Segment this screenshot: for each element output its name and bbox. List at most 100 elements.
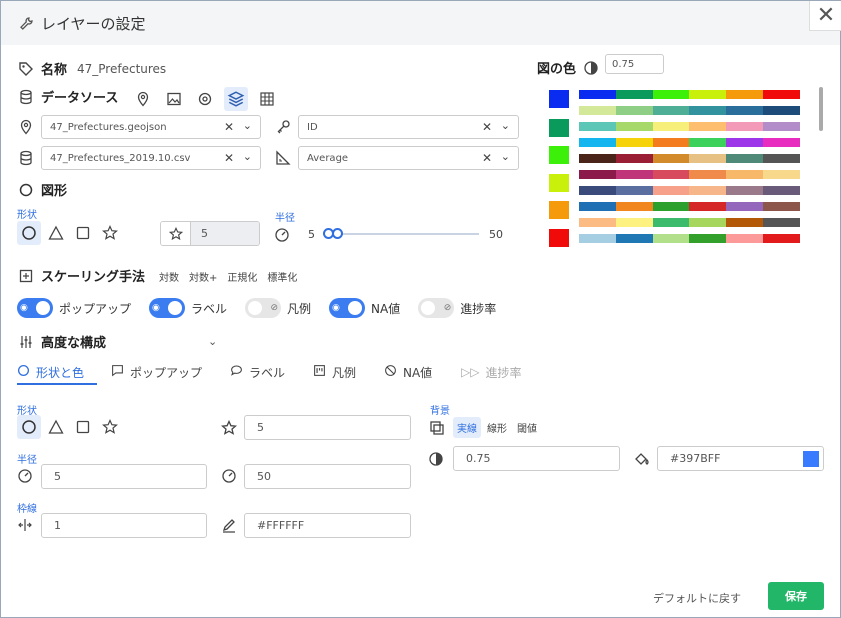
selected-color-swatch[interactable]	[549, 146, 569, 164]
circle-shape-button[interactable]	[17, 221, 41, 245]
color-palette-row[interactable]	[579, 186, 800, 195]
clear-icon[interactable]: ✕	[482, 120, 492, 134]
chevron-down-icon[interactable]: ⌄	[501, 150, 510, 163]
layer-name-value[interactable]: 47_Prefectures	[77, 62, 166, 76]
name-row: 名称 47_Prefectures	[17, 59, 166, 78]
tab-popup[interactable]: ポップアップ	[111, 361, 202, 383]
color-palette-row[interactable]	[579, 90, 800, 99]
color-palette-row[interactable]	[579, 234, 800, 243]
radius-min-input[interactable]: 5	[41, 464, 207, 489]
palette-color-cell	[579, 170, 616, 179]
star-points-input[interactable]: 5	[160, 221, 260, 246]
clear-icon[interactable]: ✕	[224, 120, 234, 134]
scaling-option-log[interactable]: 対数	[159, 269, 179, 284]
color-palette-row[interactable]	[579, 218, 800, 227]
color-palette-row[interactable]	[579, 106, 800, 115]
bg-opacity-input[interactable]: 0.75	[453, 446, 620, 471]
selected-color-swatch[interactable]	[549, 174, 569, 192]
tab-label[interactable]: ラベル	[230, 361, 285, 383]
palette-color-cell	[652, 234, 690, 243]
radius-range-slider[interactable]	[323, 227, 479, 241]
gauge-icon	[220, 467, 238, 485]
close-button[interactable]: ✕	[809, 1, 841, 31]
palette-color-cell	[579, 154, 616, 163]
border-width-input[interactable]: 1	[41, 513, 207, 538]
clear-icon[interactable]: ✕	[224, 151, 234, 165]
clear-icon[interactable]: ✕	[482, 151, 492, 165]
color-palette-row[interactable]	[579, 122, 800, 131]
triangle-shape-button[interactable]	[44, 415, 68, 439]
layers-icon[interactable]	[224, 87, 248, 111]
label-toggle[interactable]: ◉	[149, 298, 186, 318]
key-select[interactable]: ID ✕ ⌄	[298, 115, 519, 139]
selected-color-swatch[interactable]	[549, 201, 569, 219]
star-shape-button[interactable]	[98, 221, 122, 245]
advanced-label: 高度な構成	[41, 336, 107, 351]
bg-option-linear[interactable]: 線形	[483, 417, 511, 438]
slider-handle-max[interactable]	[332, 228, 343, 239]
save-button[interactable]: 保存	[768, 582, 824, 610]
chevron-down-icon[interactable]: ⌄	[501, 119, 510, 132]
chevron-down-icon[interactable]: ⌄	[243, 119, 252, 132]
datasource-type-group	[131, 87, 279, 111]
border-label: 枠線	[17, 504, 37, 515]
bg-option-solid[interactable]: 実線	[453, 417, 481, 438]
popup-toggle[interactable]: ◉	[17, 298, 53, 318]
tab-progress: ▷▷ 進捗率	[461, 361, 521, 383]
palette-color-cell	[579, 138, 616, 147]
triangle-shape-button[interactable]	[44, 221, 68, 245]
na-toggle[interactable]: ◉	[329, 298, 366, 318]
palette-color-cell	[615, 154, 653, 163]
selected-color-swatch[interactable]	[549, 119, 569, 137]
star-shape-button[interactable]	[98, 415, 122, 439]
target-icon[interactable]	[193, 87, 217, 111]
geojson-select[interactable]: 47_Prefectures.geojson ✕ ⌄	[41, 115, 261, 139]
selected-color-swatch[interactable]	[549, 90, 569, 108]
palette-color-cell	[615, 90, 653, 99]
fill-color-input[interactable]: #397BFF	[657, 446, 824, 471]
advanced-toggle[interactable]: 高度な構成 ⌄	[17, 332, 217, 351]
location-icon	[17, 118, 35, 136]
tab-na[interactable]: NA値	[384, 361, 432, 383]
color-palette-row[interactable]	[579, 170, 800, 179]
colors-opacity-input[interactable]: 0.75	[605, 54, 664, 74]
progress-toggle[interactable]: ⊘	[418, 298, 455, 318]
grid-icon[interactable]	[255, 87, 279, 111]
color-palette-row[interactable]	[579, 138, 800, 147]
circle-shape-button[interactable]	[17, 415, 41, 439]
image-icon[interactable]	[162, 87, 186, 111]
legend-toggle[interactable]: ⊘	[245, 298, 282, 318]
bg-option-threshold[interactable]: 閾値	[513, 417, 541, 438]
palette-color-cell	[726, 218, 764, 227]
palette-scrollbar[interactable]	[819, 87, 823, 131]
border-color-input[interactable]: #FFFFFF	[244, 513, 411, 538]
square-shape-button[interactable]	[71, 221, 95, 245]
chevron-down-icon[interactable]: ⌄	[243, 150, 252, 163]
palette-color-cell	[763, 106, 800, 115]
colors-panel-header: 図の色	[537, 58, 600, 77]
datasource-label: データソース	[41, 91, 119, 106]
radius-max-input[interactable]: 50	[244, 464, 411, 489]
square-shape-button[interactable]	[71, 415, 95, 439]
palette-color-cell	[726, 234, 764, 243]
scaling-option-logplus[interactable]: 対数+	[189, 269, 217, 284]
selected-color-swatch[interactable]	[549, 229, 569, 247]
tab-shape-color[interactable]: 形状と色	[17, 361, 84, 383]
eye-icon: ◉	[152, 303, 160, 313]
color-palette-row[interactable]	[579, 202, 800, 211]
measure-select[interactable]: Average ✕ ⌄	[298, 146, 519, 170]
datasource-row: データソース	[17, 87, 118, 106]
map-pin-icon[interactable]	[131, 87, 155, 111]
star-icon	[161, 222, 191, 245]
color-palette-row[interactable]	[579, 154, 800, 163]
scaling-option-normalize[interactable]: 正規化	[227, 269, 257, 284]
reset-default-button[interactable]: デフォルトに戻す	[653, 590, 741, 606]
detail-star-points-input[interactable]: 5	[244, 415, 411, 440]
tab-legend[interactable]: 凡例	[313, 361, 356, 383]
layer-settings-dialog: レイヤーの設定 ✕ 名称 47_Prefectures データソース 47_Pr…	[0, 0, 841, 618]
scaling-option-standardize[interactable]: 標準化	[267, 269, 297, 284]
radius-label: 半径	[275, 213, 295, 224]
csv-select[interactable]: 47_Prefectures_2019.10.csv ✕ ⌄	[41, 146, 261, 170]
border-width-icon	[16, 516, 34, 534]
fill-color-swatch[interactable]	[803, 451, 819, 467]
